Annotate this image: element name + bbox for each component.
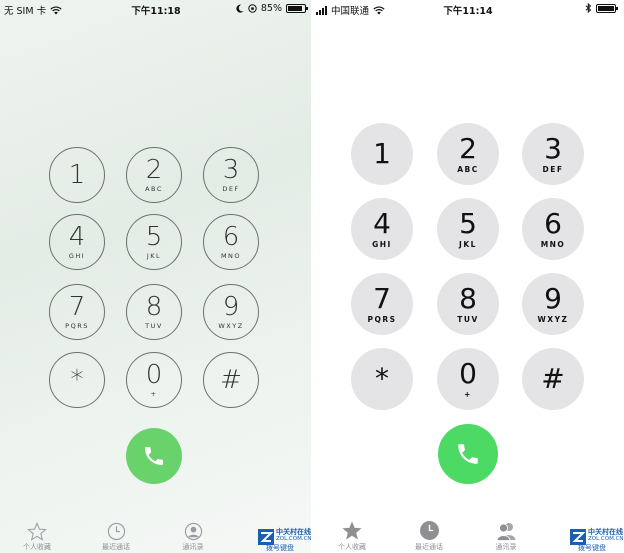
dialer-screen-left: 无 SIM 卡 下午11:18 85% 1 2 ABC 3 DEF 4 GHI 5 JKL 6 MN… (0, 0, 312, 553)
key-9[interactable]: 9 WXYZ (522, 273, 584, 335)
star-icon (342, 521, 362, 540)
key-digit: * (70, 365, 84, 395)
tab-favorites[interactable]: 个人收藏 (322, 519, 382, 553)
phone-icon (145, 447, 163, 465)
key-letters: WXYZ (218, 322, 244, 330)
key-digit: 8 (459, 281, 477, 315)
key-letters: GHI (68, 252, 86, 260)
key-7[interactable]: 7 PQRS (351, 273, 413, 335)
key-digit: 4 (373, 206, 391, 240)
key-letters: PQRS (65, 322, 89, 330)
key-digit: * (375, 362, 389, 395)
key-0[interactable]: 0 + (126, 352, 182, 408)
contact-icon (184, 522, 202, 541)
key-digit: 1 (373, 137, 391, 170)
key-digit: 6 (222, 222, 240, 252)
key-digit: # (220, 365, 242, 395)
status-bar: 中国联通 下午11:14 (312, 0, 624, 18)
moon-icon (236, 4, 244, 13)
key-letters: JKL (146, 252, 162, 260)
key-3[interactable]: 3 DEF (522, 123, 584, 185)
key-letters: PQRS (367, 314, 397, 324)
tab-bar: 个人收藏 最近通话 通讯录 中关村在线 ZOL.COM.CN 拨号键盘 (0, 519, 312, 553)
key-9[interactable]: 9 WXYZ (203, 284, 259, 340)
phone-icon (458, 444, 478, 464)
call-button[interactable] (126, 428, 182, 484)
zol-watermark: 中关村在线 ZOL.COM.CN 拨号键盘 (570, 525, 624, 553)
tab-bar: 个人收藏 最近通话 通讯录 中关村在线 ZOL.COM.CN 拨号键盘 (312, 519, 624, 553)
key-digit: 3 (222, 155, 240, 185)
key-1[interactable]: 1 (351, 123, 413, 185)
key-letters: ABC (457, 164, 479, 174)
key-letters: TUV (145, 322, 163, 330)
tab-keypad-label[interactable]: 拨号键盘 (578, 543, 606, 553)
key-digit: 0 (145, 360, 163, 390)
key-6[interactable]: 6 MNO (522, 198, 584, 260)
key-1[interactable]: 1 (49, 147, 105, 203)
battery-icon (596, 3, 618, 13)
key-2[interactable]: 2 ABC (126, 147, 182, 203)
tab-contacts[interactable]: 通讯录 (163, 519, 223, 553)
key-letters: DEF (222, 185, 240, 193)
tab-contacts[interactable]: 通讯录 (476, 519, 536, 553)
key-digit: 9 (544, 281, 562, 315)
key-digit: 8 (145, 292, 163, 322)
key-digit: 7 (68, 292, 86, 322)
key-letters: GHI (372, 239, 392, 249)
key-star[interactable]: * (49, 352, 105, 408)
key-5[interactable]: 5 JKL (126, 214, 182, 270)
zol-watermark: 中关村在线 ZOL.COM.CN 拨号键盘 (258, 525, 312, 553)
key-digit: 5 (145, 222, 163, 252)
status-bar: 无 SIM 卡 下午11:18 85% (0, 0, 312, 18)
key-digit: 9 (222, 292, 240, 322)
key-pound[interactable]: # (203, 352, 259, 408)
battery-percent: 85% (260, 3, 282, 14)
key-letters: ABC (145, 185, 163, 193)
key-digit: 1 (68, 160, 86, 190)
clock-icon (107, 522, 125, 541)
key-letters: MNO (540, 239, 566, 249)
contacts-icon (496, 523, 516, 541)
key-letters: DEF (542, 164, 564, 174)
key-5[interactable]: 5 JKL (437, 198, 499, 260)
tab-keypad-label[interactable]: 拨号键盘 (266, 543, 294, 553)
key-letters: JKL (459, 239, 477, 249)
key-digit: 5 (459, 206, 477, 240)
key-4[interactable]: 4 GHI (49, 214, 105, 270)
key-pound[interactable]: # (522, 348, 584, 410)
key-8[interactable]: 8 TUV (126, 284, 182, 340)
key-digit: 2 (145, 155, 163, 185)
key-digit: 0 (459, 356, 477, 390)
key-digit: 7 (373, 281, 391, 315)
bluetooth-icon (585, 3, 592, 13)
key-letters: MNO (220, 252, 242, 260)
key-letters: WXYZ (537, 314, 569, 324)
key-digit: 6 (544, 206, 562, 240)
call-button[interactable] (438, 424, 498, 484)
key-digit: # (541, 362, 565, 395)
key-digit: 3 (544, 131, 562, 165)
key-2[interactable]: 2 ABC (437, 123, 499, 185)
key-3[interactable]: 3 DEF (203, 147, 259, 203)
battery-icon (286, 4, 308, 13)
key-8[interactable]: 8 TUV (437, 273, 499, 335)
key-0[interactable]: 0 + (437, 348, 499, 410)
status-time: 下午11:14 (443, 6, 493, 17)
tab-favorites[interactable]: 个人收藏 (7, 519, 67, 553)
key-6[interactable]: 6 MNO (203, 214, 259, 270)
key-4[interactable]: 4 GHI (351, 198, 413, 260)
key-letters: TUV (457, 314, 479, 324)
key-7[interactable]: 7 PQRS (49, 284, 105, 340)
key-star[interactable]: * (351, 348, 413, 410)
dialer-screen-right: 中国联通 下午11:14 1 2 ABC 3 DEF 4 GHI 5 JKL 6 MNO 7 PQRS 8… (312, 0, 624, 553)
key-letters: + (464, 389, 472, 399)
tab-recents[interactable]: 最近通话 (86, 519, 146, 553)
star-icon (27, 522, 47, 541)
orientation-lock-icon (248, 4, 257, 13)
clock-icon (419, 521, 439, 540)
key-letters: + (150, 390, 158, 398)
key-digit: 4 (68, 222, 86, 252)
key-digit: 2 (459, 131, 477, 165)
tab-recents[interactable]: 最近通话 (399, 519, 459, 553)
